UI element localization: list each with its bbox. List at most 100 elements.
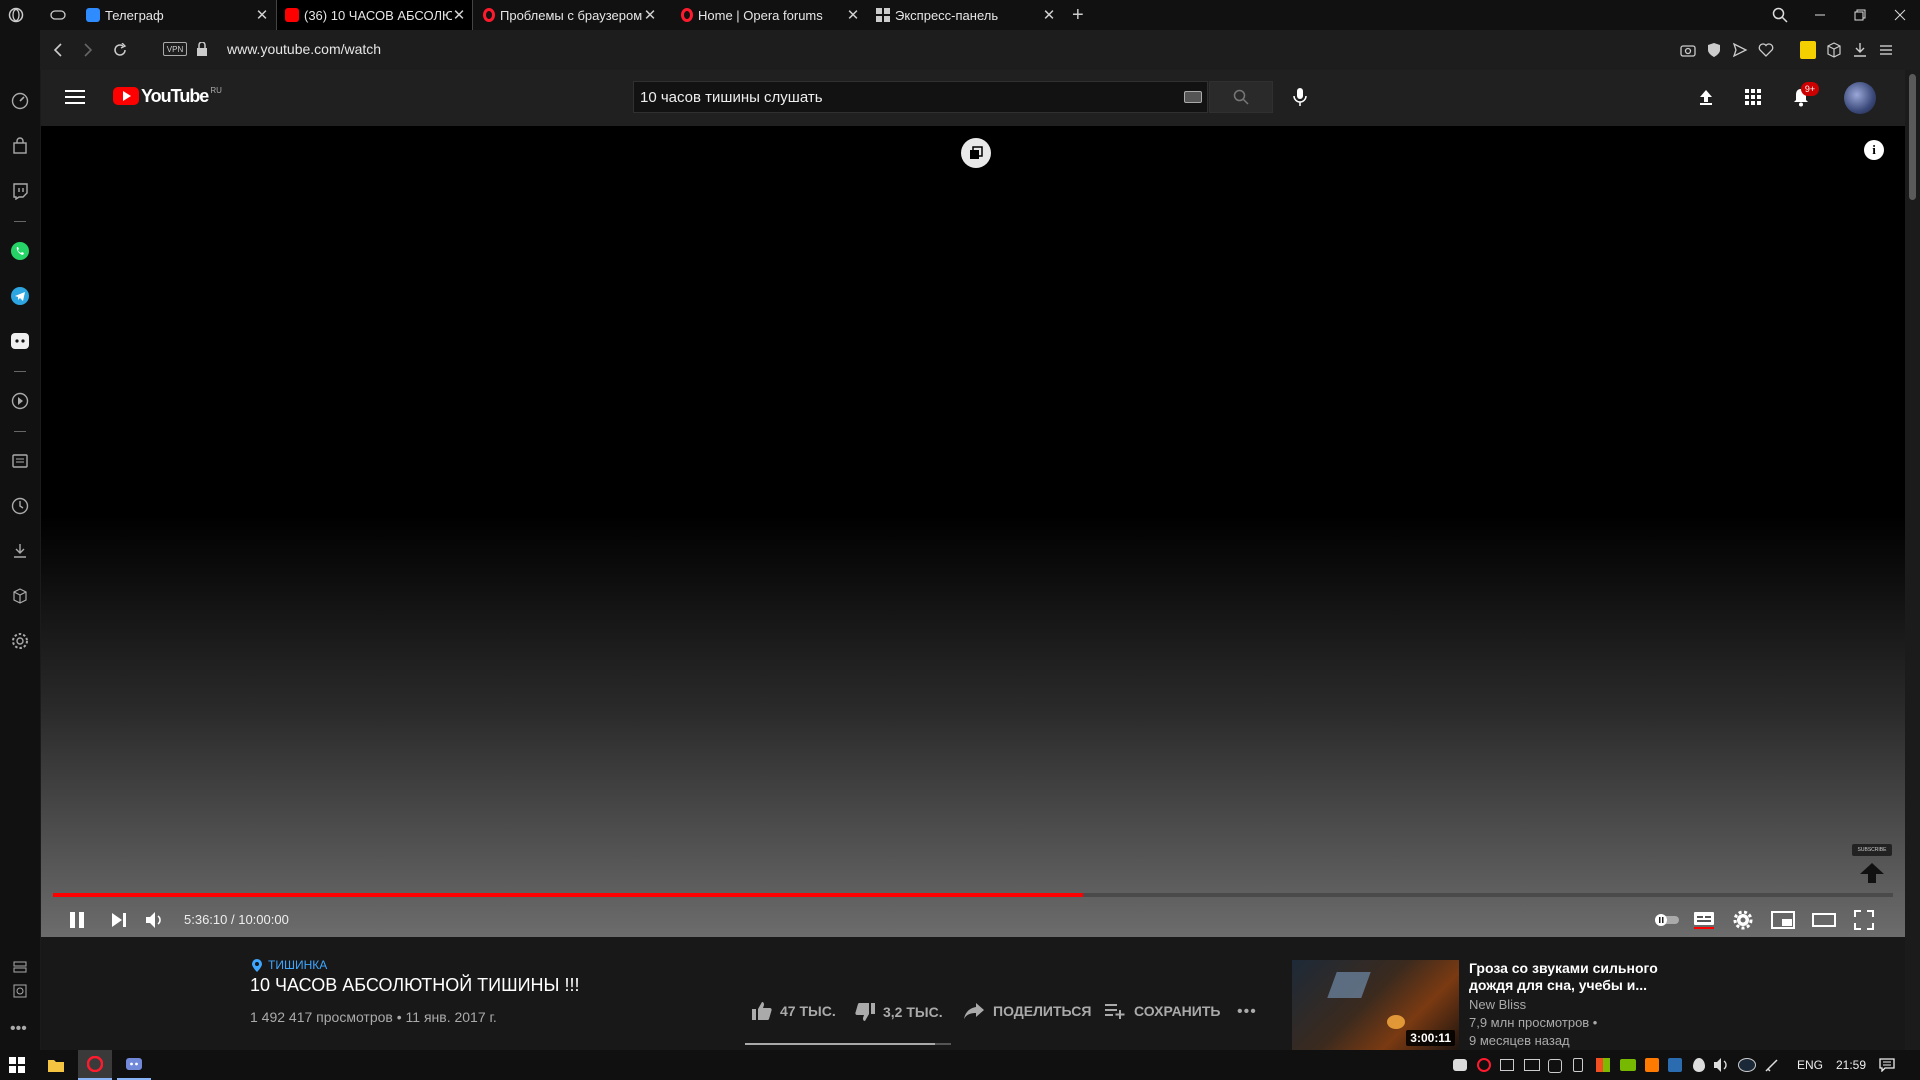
close-tab-icon[interactable]: ✕ [1042, 6, 1056, 24]
pause-icon[interactable] [65, 908, 89, 932]
send-icon[interactable] [1732, 42, 1748, 58]
workspace-2-icon[interactable] [9, 980, 31, 1002]
next-icon[interactable] [107, 908, 131, 932]
close-tab-icon[interactable]: ✕ [846, 6, 860, 24]
discord-icon[interactable] [9, 330, 31, 352]
tab-islands-icon[interactable] [50, 8, 66, 22]
tray-volume-icon[interactable] [1713, 1057, 1731, 1073]
tray-settings-icon[interactable] [1548, 1059, 1562, 1073]
tray-app-icon[interactable] [1500, 1059, 1514, 1071]
apps-grid-icon[interactable] [1743, 87, 1763, 107]
settings-gear-icon[interactable] [9, 630, 31, 652]
subscribe-watermark[interactable]: SUBSCRIBE [1852, 844, 1892, 856]
tray-usb-icon[interactable] [1573, 1058, 1583, 1072]
recommended-thumbnail[interactable]: 3:00:11 [1292, 960, 1459, 1050]
info-icon[interactable]: i [1864, 140, 1884, 160]
language-indicator[interactable]: ENG [1797, 1058, 1823, 1072]
tab-search-icon[interactable] [1760, 0, 1800, 30]
tray-nvidia-icon[interactable] [1620, 1059, 1636, 1071]
lock-icon[interactable] [197, 41, 207, 56]
twitch-icon[interactable] [9, 180, 31, 202]
news-icon[interactable] [9, 450, 31, 472]
opera-taskbar-button[interactable] [78, 1050, 112, 1080]
windows-start-icon[interactable] [9, 1057, 25, 1073]
new-tab-plus-icon[interactable]: + [1072, 4, 1084, 27]
extensions-cube-icon[interactable] [1826, 42, 1842, 58]
tray-orange-app-icon[interactable] [1645, 1058, 1659, 1072]
scrollbar-thumb[interactable] [1909, 74, 1916, 200]
autoplay-toggle[interactable] [1653, 908, 1681, 932]
tray-opera-icon[interactable] [1477, 1058, 1491, 1072]
tray-steam-icon[interactable] [1738, 1058, 1756, 1072]
tab-opera-forums[interactable]: Home | Opera forums ✕ [673, 0, 866, 30]
url-field[interactable]: www.youtube.com/watch [227, 41, 381, 57]
extension-yellow-icon[interactable] [1800, 41, 1816, 59]
tab-browser-problems[interactable]: Проблемы с браузером? | ✕ [475, 0, 663, 30]
theater-mode-icon[interactable] [1811, 908, 1837, 932]
guide-menu-icon[interactable] [65, 89, 85, 105]
fullscreen-icon[interactable] [1851, 908, 1877, 932]
history-clock-icon[interactable] [9, 495, 31, 517]
dislike-button[interactable]: 3,2 ТЫС. [854, 1002, 943, 1022]
workspaces-icon[interactable] [9, 958, 31, 980]
telegram-icon[interactable] [9, 285, 31, 307]
avatar[interactable] [1844, 82, 1876, 114]
video-player[interactable]: i SUBSCRIBE 5:36:10 / 10:00:00 [41, 126, 1905, 937]
settings-icon[interactable] [1731, 908, 1755, 932]
sidebar-extensions-icon[interactable] [9, 585, 31, 607]
save-button[interactable]: СОХРАНИТЬ [1104, 1002, 1220, 1020]
clock-time[interactable]: 21:59 [1836, 1058, 1866, 1072]
progress-bar[interactable] [53, 893, 1893, 897]
vpn-badge[interactable]: VPN [163, 42, 187, 56]
tab-telegraph[interactable]: Телеграф ✕ [78, 0, 275, 30]
close-tab-icon[interactable]: ✕ [643, 6, 657, 24]
minimize-icon[interactable] [1800, 0, 1840, 30]
close-tab-icon[interactable]: ✕ [255, 6, 269, 24]
tray-microsoft-icon[interactable] [1596, 1058, 1610, 1072]
virtual-keyboard-icon[interactable] [1184, 91, 1202, 103]
snapshot-camera-icon[interactable] [1680, 42, 1696, 58]
sidebar-downloads-icon[interactable] [9, 540, 31, 562]
youtube-logo[interactable]: YouTube RU [113, 86, 222, 106]
miniplayer-icon[interactable] [1770, 908, 1796, 932]
restore-icon[interactable] [1840, 0, 1880, 30]
recommended-title[interactable]: Гроза со звуками сильного дождя для сна,… [1469, 960, 1669, 994]
back-icon[interactable] [48, 40, 68, 60]
upload-icon[interactable] [1696, 87, 1716, 107]
tray-blue-app-icon[interactable] [1668, 1058, 1682, 1072]
search-input[interactable]: 10 часов тишины слушать [640, 89, 823, 106]
subscribe-arrow-icon[interactable] [1858, 862, 1886, 884]
reload-icon[interactable] [110, 40, 130, 60]
whatsapp-icon[interactable] [9, 240, 31, 262]
close-tab-icon[interactable]: ✕ [452, 6, 466, 24]
more-actions-icon[interactable]: ••• [1237, 1003, 1257, 1021]
tray-drop-icon[interactable] [1693, 1058, 1705, 1072]
tab-speed-dial[interactable]: Экспресс-панель ✕ [868, 0, 1062, 30]
voice-search-mic-icon[interactable] [1290, 86, 1310, 108]
forward-icon[interactable] [78, 40, 98, 60]
close-window-icon[interactable] [1880, 0, 1920, 30]
page-scrollbar[interactable] [1905, 70, 1920, 1050]
picture-in-picture-popout-icon[interactable] [961, 138, 991, 168]
search-button[interactable] [1209, 81, 1273, 113]
share-button[interactable]: ПОДЕЛИТЬСЯ [963, 1002, 1091, 1020]
tab-youtube[interactable]: (36) 10 ЧАСОВ АБСОЛЮТН ✕ [276, 0, 473, 30]
tray-pen-icon[interactable] [1764, 1058, 1780, 1072]
tray-discord-icon[interactable] [1453, 1059, 1467, 1071]
adblock-shield-icon[interactable] [1706, 42, 1722, 58]
volume-icon[interactable] [143, 908, 167, 932]
sidebar-more-icon[interactable]: ••• [10, 1020, 27, 1038]
downloads-icon[interactable] [1852, 42, 1868, 58]
action-center-icon[interactable] [1879, 1058, 1895, 1073]
shopping-bag-icon[interactable] [9, 135, 31, 157]
subtitles-icon[interactable] [1691, 908, 1717, 932]
like-button[interactable]: 47 ТЫС. [751, 1001, 836, 1021]
speed-dial-gauge-icon[interactable] [9, 90, 31, 112]
recommended-channel[interactable]: New Bliss [1469, 997, 1526, 1012]
opera-menu-icon[interactable] [8, 7, 24, 23]
search-box[interactable]: 10 часов тишины слушать [633, 81, 1208, 113]
bookmark-heart-icon[interactable] [1758, 42, 1774, 58]
player-play-icon[interactable] [9, 390, 31, 412]
tray-display-icon[interactable] [1524, 1059, 1540, 1071]
file-explorer-icon[interactable] [47, 1057, 65, 1073]
